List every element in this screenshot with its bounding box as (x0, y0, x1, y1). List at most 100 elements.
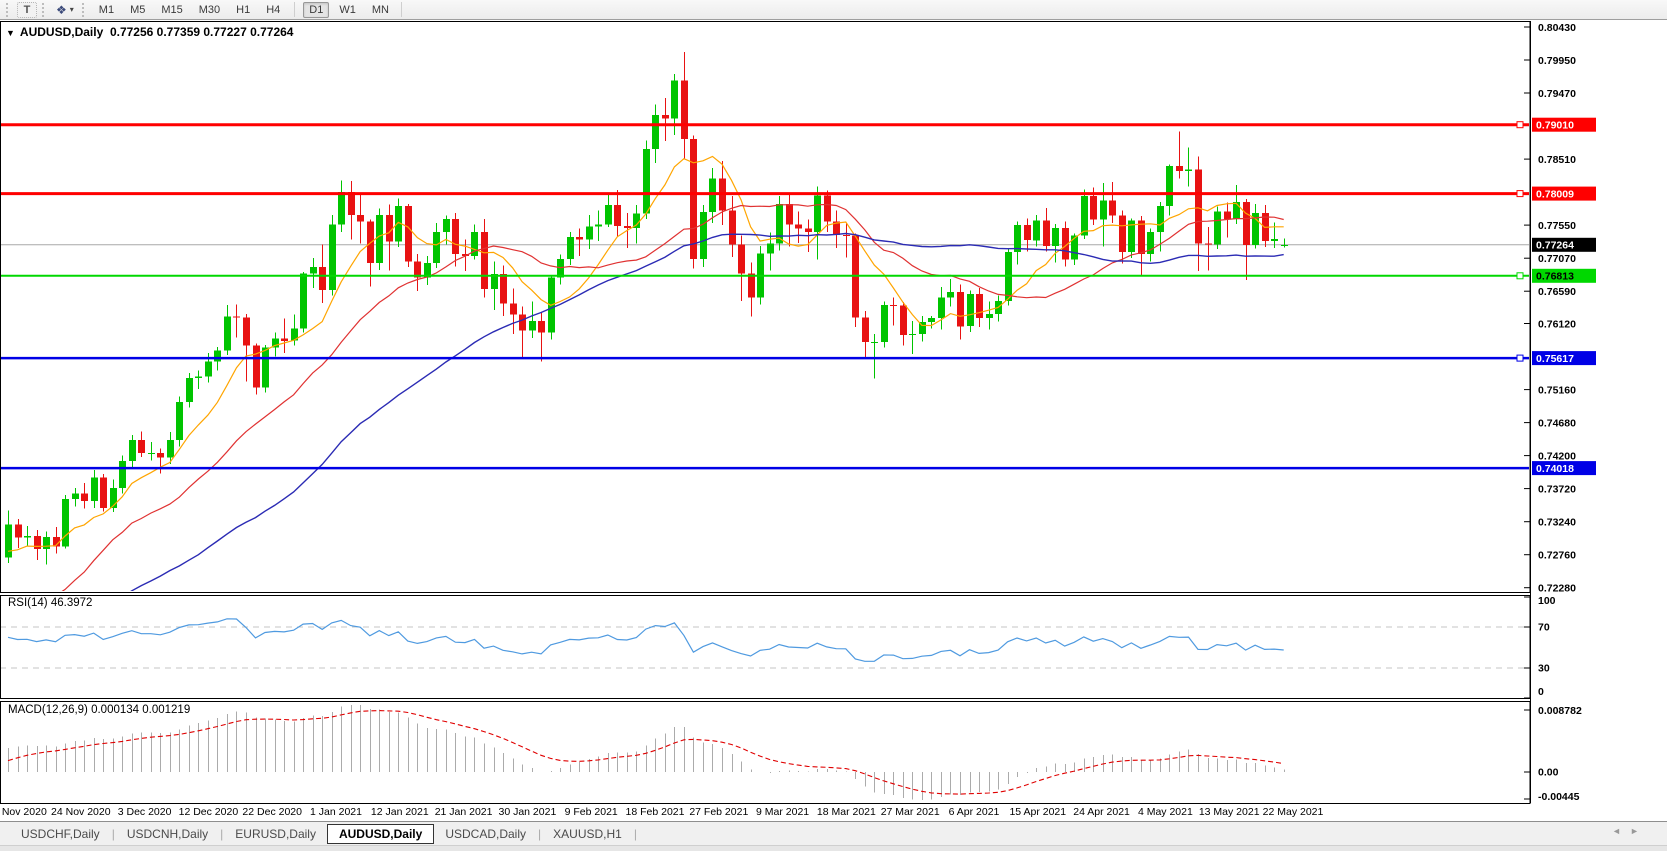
chart-tab-bar: USDCHF,Daily|USDCNH,Daily|EURUSD,DailyAU… (0, 821, 1667, 845)
level-marker (1517, 355, 1523, 361)
date-axis: 14 Nov 2020 24 Nov 2020 3 Dec 2020 12 Dec 2… (0, 806, 1324, 818)
svg-text:0: 0 (1538, 686, 1544, 698)
period-button-H1[interactable]: H1 (230, 2, 256, 18)
svg-text:100: 100 (1538, 595, 1556, 607)
svg-text:9 Mar 2021: 9 Mar 2021 (756, 806, 809, 818)
svg-text:21 Jan 2021: 21 Jan 2021 (435, 806, 493, 818)
svg-text:0.73720: 0.73720 (1538, 483, 1576, 495)
macd-indicator-label: MACD(12,26,9) (8, 704, 88, 716)
svg-text:0.78009: 0.78009 (1536, 188, 1574, 200)
svg-text:0.74018: 0.74018 (1536, 463, 1574, 475)
rsi-panel-title: RSI(14) 46.3972 (8, 597, 92, 609)
svg-text:30 Jan 2021: 30 Jan 2021 (498, 806, 556, 818)
period-button-W1[interactable]: W1 (333, 2, 362, 18)
svg-text:27 Mar 2021: 27 Mar 2021 (881, 806, 940, 818)
svg-text:30: 30 (1538, 663, 1550, 675)
svg-text:70: 70 (1538, 622, 1550, 634)
svg-text:0.77070: 0.77070 (1538, 253, 1576, 265)
svg-text:1 Jan 2021: 1 Jan 2021 (310, 806, 362, 818)
svg-text:0.78510: 0.78510 (1538, 154, 1576, 166)
svg-text:3 Dec 2020: 3 Dec 2020 (118, 806, 172, 818)
chart-tab-eurusd[interactable]: EURUSD,Daily (224, 824, 327, 844)
panel-frames (1, 21, 1531, 804)
top-toolbar: T ❖ ▾ M1M5M15 M30H1H4 D1W1MN (0, 0, 1667, 20)
toolbar-grip[interactable] (82, 3, 88, 17)
svg-text:12 Jan 2021: 12 Jan 2021 (371, 806, 429, 818)
chevron-down-icon: ▾ (70, 5, 74, 14)
price-chart-svg: 0.80430 0.79950 0.79470 0.78510 0.77550 0.770… (0, 21, 1667, 821)
tab-separator: | (633, 827, 638, 841)
chart-title-arrow-icon[interactable]: ▼ (6, 28, 15, 38)
macd-indicator-values: 0.000134 0.001219 (91, 704, 190, 716)
svg-text:0.79010: 0.79010 (1536, 120, 1574, 132)
toolbar-grip[interactable] (6, 3, 12, 17)
rsi-indicator-label: RSI(14) (8, 597, 48, 609)
svg-text:0.75160: 0.75160 (1538, 384, 1576, 396)
svg-text:0.80430: 0.80430 (1538, 22, 1576, 34)
price-axis: 0.80430 0.79950 0.79470 0.78510 0.77550 0.770… (1524, 22, 1596, 595)
period-button-D1[interactable]: D1 (303, 2, 329, 18)
macd-panel-title: MACD(12,26,9) 0.000134 0.001219 (8, 704, 190, 716)
styles-palette-icon: ❖ (56, 4, 67, 16)
chart-tab-usdcnh[interactable]: USDCNH,Daily (116, 824, 219, 844)
svg-text:0.76590: 0.76590 (1538, 286, 1576, 298)
svg-text:0.74200: 0.74200 (1538, 450, 1576, 462)
svg-text:0.74680: 0.74680 (1538, 417, 1576, 429)
chart-symbol-label: AUDUSD,Daily (20, 25, 103, 39)
status-strip (0, 845, 1667, 851)
level-marker (1517, 273, 1523, 279)
rsi-indicator-value: 46.3972 (51, 597, 93, 609)
svg-text:0.76120: 0.76120 (1538, 318, 1576, 330)
svg-text:18 Feb 2021: 18 Feb 2021 (626, 806, 685, 818)
styles-palette-button[interactable]: ❖ ▾ (53, 2, 77, 18)
svg-text:13 May 2021: 13 May 2021 (1199, 806, 1260, 818)
svg-text:0.77264: 0.77264 (1536, 240, 1574, 252)
tab-scroll-right-icon[interactable]: ► (1630, 826, 1639, 836)
macd-axis: 0.008782 0.00 -0.00445 (1524, 705, 1582, 803)
svg-text:0.72760: 0.72760 (1538, 550, 1576, 562)
tab-scroll-left-icon[interactable]: ◄ (1612, 826, 1621, 836)
svg-text:24 Nov 2020: 24 Nov 2020 (51, 806, 111, 818)
level-marker (1517, 191, 1523, 197)
svg-text:0.00: 0.00 (1538, 767, 1559, 779)
svg-text:6 Apr 2021: 6 Apr 2021 (949, 806, 1000, 818)
period-button-M30[interactable]: M30 (193, 2, 226, 18)
period-button-H4[interactable]: H4 (260, 2, 286, 18)
svg-text:0.73240: 0.73240 (1538, 517, 1576, 529)
svg-text:0.75617: 0.75617 (1536, 353, 1574, 365)
svg-text:27 Feb 2021: 27 Feb 2021 (689, 806, 748, 818)
chart-ohlc-values: 0.77256 0.77359 0.77227 0.77264 (110, 25, 294, 39)
svg-text:22 May 2021: 22 May 2021 (1263, 806, 1324, 818)
chart-tab-xauusd[interactable]: XAUUSD,H1 (542, 824, 633, 844)
svg-text:0.77550: 0.77550 (1538, 220, 1576, 232)
period-button-M1[interactable]: M1 (93, 2, 120, 18)
svg-text:15 Apr 2021: 15 Apr 2021 (1009, 806, 1066, 818)
chart-title: ▼ AUDUSD,Daily 0.77256 0.77359 0.77227 0.… (6, 25, 293, 39)
period-button-M15[interactable]: M15 (155, 2, 188, 18)
timeframe-button-group: M1M5M15 M30H1H4 D1W1MN (93, 2, 395, 18)
toolbar-separator (401, 2, 402, 17)
toolbar-grip[interactable] (42, 3, 48, 17)
chart-tab-usdcad[interactable]: USDCAD,Daily (434, 824, 537, 844)
svg-text:24 Apr 2021: 24 Apr 2021 (1073, 806, 1130, 818)
chart-canvas[interactable]: 0.80430 0.79950 0.79470 0.78510 0.77550 0.770… (0, 21, 1667, 821)
period-button-MN[interactable]: MN (366, 2, 395, 18)
svg-text:22 Dec 2020: 22 Dec 2020 (242, 806, 302, 818)
svg-text:0.76813: 0.76813 (1536, 271, 1574, 283)
chart-tab-audusd[interactable]: AUDUSD,Daily (327, 824, 434, 844)
period-button-M5[interactable]: M5 (124, 2, 151, 18)
toolbar-separator (294, 2, 295, 17)
svg-text:-0.00445: -0.00445 (1538, 791, 1580, 803)
svg-text:0.72280: 0.72280 (1538, 583, 1576, 595)
svg-text:14 Nov 2020: 14 Nov 2020 (0, 806, 47, 818)
text-tool-button[interactable]: T (17, 2, 37, 18)
svg-text:9 Feb 2021: 9 Feb 2021 (565, 806, 618, 818)
svg-text:18 Mar 2021: 18 Mar 2021 (817, 806, 876, 818)
svg-text:12 Dec 2020: 12 Dec 2020 (179, 806, 239, 818)
level-marker (1517, 122, 1523, 128)
svg-text:0.79950: 0.79950 (1538, 55, 1576, 67)
svg-text:0.008782: 0.008782 (1538, 705, 1582, 717)
svg-text:0.79470: 0.79470 (1538, 88, 1576, 100)
svg-text:4 May 2021: 4 May 2021 (1138, 806, 1193, 818)
chart-tab-usdchf[interactable]: USDCHF,Daily (10, 824, 111, 844)
